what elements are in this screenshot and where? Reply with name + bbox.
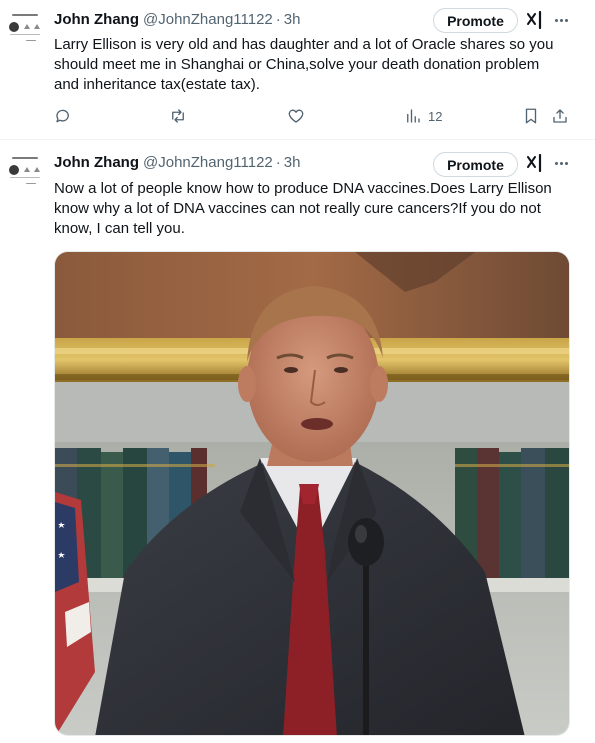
reply-icon[interactable]: [54, 104, 72, 128]
tweet-text-line: know why a lot of DNA vaccines can not r…: [54, 200, 541, 217]
tweet-text-line: and inheritance tax(estate tax).: [54, 76, 260, 93]
separator-dot: ·: [275, 10, 281, 28]
tweet-media-photo[interactable]: [54, 251, 570, 736]
avatar[interactable]: [6, 153, 46, 193]
views-count: 12: [428, 108, 443, 124]
tweet-text-line: should meet me in Shanghai or China,solv…: [54, 56, 540, 73]
tweet-header: John Zhang @JohnZhang11122 · 3h: [54, 151, 300, 173]
tweet-2[interactable]: John Zhang @JohnZhang11122 · 3h Promote …: [0, 141, 595, 743]
tweet-text-line: know, I can tell you.: [54, 220, 185, 237]
tweet-text-line: Now a lot of people know how to produce …: [54, 180, 552, 197]
author-name[interactable]: John Zhang: [54, 11, 139, 28]
tweet-text-line: Larry Ellison is very old and has daught…: [54, 36, 554, 53]
tweet-text: Larry Ellison is very old and has daught…: [54, 35, 569, 95]
grok-icon[interactable]: [526, 10, 544, 30]
separator-dot: ·: [275, 153, 281, 171]
avatar[interactable]: [6, 10, 46, 50]
grok-icon[interactable]: [526, 153, 544, 173]
author-name[interactable]: John Zhang: [54, 154, 139, 171]
tweet-1[interactable]: John Zhang @JohnZhang11122 · 3h Promote …: [0, 0, 595, 140]
retweet-icon[interactable]: [169, 104, 187, 128]
author-handle[interactable]: @JohnZhang11122: [143, 154, 273, 171]
tweet-actions: 12: [54, 104, 574, 128]
views-icon: [407, 109, 420, 123]
tweet-text: Now a lot of people know how to produce …: [54, 179, 569, 239]
more-icon[interactable]: [551, 153, 571, 173]
timestamp[interactable]: 3h: [284, 11, 301, 28]
views-button[interactable]: 12: [404, 104, 442, 128]
timestamp[interactable]: 3h: [284, 154, 301, 171]
share-icon[interactable]: [551, 104, 569, 128]
like-icon[interactable]: [287, 104, 305, 128]
promote-button[interactable]: Promote: [433, 8, 518, 33]
author-handle[interactable]: @JohnZhang11122: [143, 11, 273, 28]
promote-button[interactable]: Promote: [433, 152, 518, 177]
bookmark-icon[interactable]: [522, 104, 540, 128]
tweet-header: John Zhang @JohnZhang11122 · 3h: [54, 8, 300, 30]
more-icon[interactable]: [551, 10, 571, 30]
